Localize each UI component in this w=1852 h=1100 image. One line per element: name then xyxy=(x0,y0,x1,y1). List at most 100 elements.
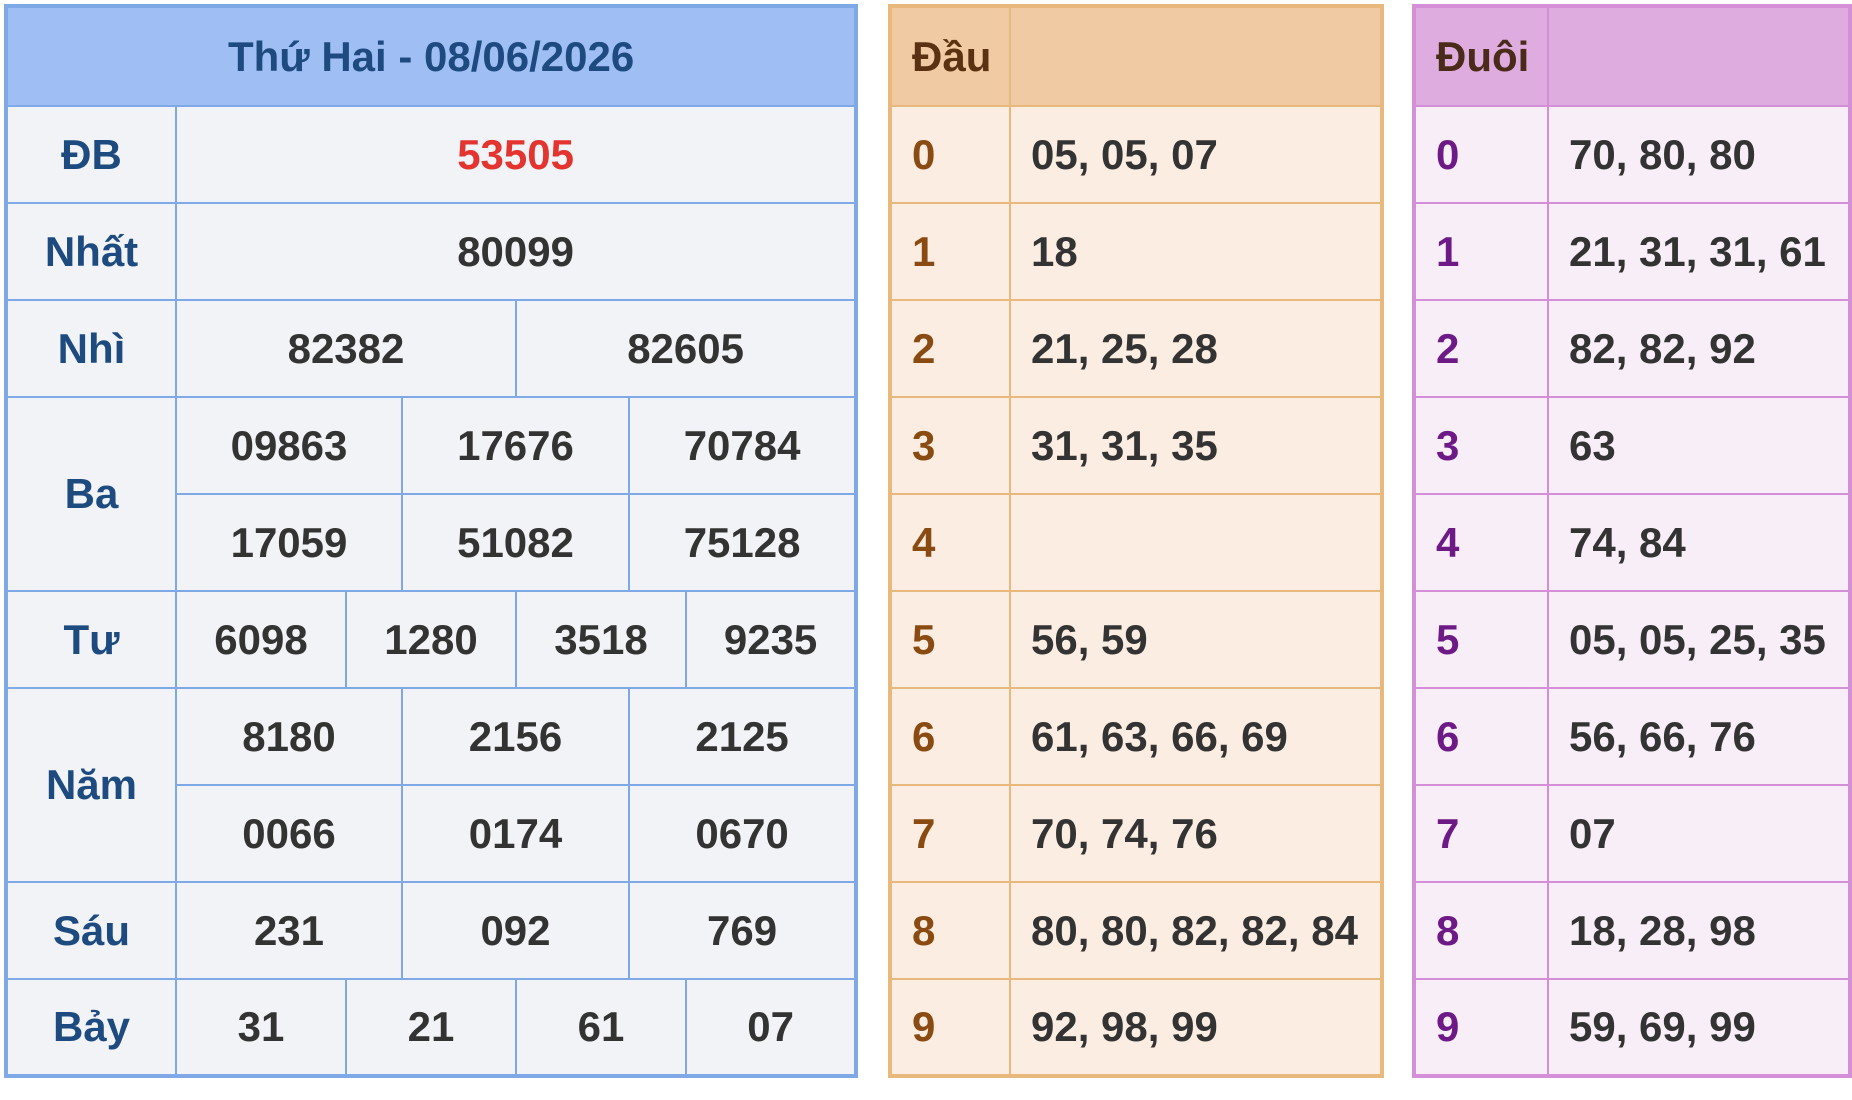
prize-label-bay: Bảy xyxy=(5,978,177,1077)
duoi-row: 5 05, 05, 25, 35 xyxy=(1413,590,1851,689)
prize-value: 1280 xyxy=(345,590,517,689)
prize-label-sau: Sáu xyxy=(5,881,177,980)
duoi-title: Đuôi xyxy=(1413,5,1549,107)
duoi-values: 07 xyxy=(1547,784,1851,883)
prize-row-tu: Tư 6098 1280 3518 9235 xyxy=(5,590,858,689)
duoi-table: Đuôi 0 70, 80, 80 1 21, 31, 31, 61 2 82, 82… xyxy=(1412,4,1852,1078)
prize-value: 75128 xyxy=(627,493,858,592)
prize-value: 51082 xyxy=(401,493,630,592)
dau-key: 6 xyxy=(889,687,1011,786)
dau-header-blank xyxy=(1009,5,1383,107)
dau-row: 1 18 xyxy=(889,202,1383,301)
special-prize-value: 53505 xyxy=(174,105,858,204)
duoi-key: 7 xyxy=(1413,784,1549,883)
prize-value: 31 xyxy=(175,978,347,1077)
duoi-row: 7 07 xyxy=(1413,784,1851,883)
prize-value: 82382 xyxy=(175,299,517,398)
duoi-row: 6 56, 66, 76 xyxy=(1413,687,1851,786)
duoi-row: 2 82, 82, 92 xyxy=(1413,299,1851,398)
duoi-row: 8 18, 28, 98 xyxy=(1413,881,1851,980)
dau-values: 18 xyxy=(1009,202,1383,301)
dau-values: 70, 74, 76 xyxy=(1009,784,1383,883)
results-table: Thứ Hai - 08/06/2026 ĐB 53505 Nhất 80099… xyxy=(4,4,859,1078)
prize-value: 70784 xyxy=(627,396,858,495)
dau-key: 7 xyxy=(889,784,1011,883)
duoi-key: 1 xyxy=(1413,202,1549,301)
date-header: Thứ Hai - 08/06/2026 xyxy=(4,5,858,107)
prize-label-nam: Năm xyxy=(5,687,177,883)
prize-label-db: ĐB xyxy=(5,105,177,204)
dau-key: 9 xyxy=(889,978,1011,1077)
duoi-values: 05, 05, 25, 35 xyxy=(1547,590,1851,689)
prize-label-tu: Tư xyxy=(5,590,177,689)
dau-values xyxy=(1009,493,1383,592)
duoi-row: 1 21, 31, 31, 61 xyxy=(1413,202,1851,301)
prize-row-bay: Bảy 31 21 61 07 xyxy=(5,978,858,1077)
prize-value: 2156 xyxy=(401,687,630,786)
dau-row: 6 61, 63, 66, 69 xyxy=(889,687,1383,786)
prize-label-nhat: Nhất xyxy=(5,202,177,301)
prize-value: 8180 xyxy=(175,687,403,786)
prize-row-ba: Ba 09863 17676 70784 xyxy=(5,396,858,592)
prize-value: 21 xyxy=(345,978,517,1077)
duoi-key: 6 xyxy=(1413,687,1549,786)
dau-row: 3 31, 31, 35 xyxy=(889,396,1383,495)
duoi-key: 5 xyxy=(1413,590,1549,689)
duoi-row: 9 59, 69, 99 xyxy=(1413,978,1851,1077)
prize-value: 092 xyxy=(401,881,630,980)
prize-value: 61 xyxy=(515,978,687,1077)
prize-value: 17676 xyxy=(401,396,630,495)
duoi-header-blank xyxy=(1547,5,1851,107)
prize-row-nam: Năm 8180 2156 2125 xyxy=(5,687,858,883)
prize-value: 9235 xyxy=(684,590,858,689)
dau-row: 9 92, 98, 99 xyxy=(889,978,1383,1077)
dau-row: 7 70, 74, 76 xyxy=(889,784,1383,883)
dau-values: 56, 59 xyxy=(1009,590,1383,689)
duoi-key: 8 xyxy=(1413,881,1549,980)
duoi-values: 59, 69, 99 xyxy=(1547,978,1851,1077)
dau-values: 05, 05, 07 xyxy=(1009,105,1383,204)
prize-value: 80099 xyxy=(174,202,858,301)
duoi-row: 4 74, 84 xyxy=(1413,493,1851,592)
duoi-values: 82, 82, 92 xyxy=(1547,299,1851,398)
duoi-values: 74, 84 xyxy=(1547,493,1851,592)
dau-row: 2 21, 25, 28 xyxy=(889,299,1383,398)
prize-value: 0670 xyxy=(627,784,858,883)
prize-row-sau: Sáu 231 092 769 xyxy=(5,881,858,980)
duoi-key: 0 xyxy=(1413,105,1549,204)
prize-value: 82605 xyxy=(514,299,858,398)
dau-row: 0 05, 05, 07 xyxy=(889,105,1383,204)
dau-title: Đầu xyxy=(889,5,1011,107)
prize-row-nhi: Nhì 82382 82605 xyxy=(5,299,858,398)
prize-label-ba: Ba xyxy=(5,396,177,592)
duoi-values: 18, 28, 98 xyxy=(1547,881,1851,980)
duoi-key: 3 xyxy=(1413,396,1549,495)
prize-value: 09863 xyxy=(175,396,403,495)
dau-key: 1 xyxy=(889,202,1011,301)
dau-table: Đầu 0 05, 05, 07 1 18 2 21, 25, 28 3 31, 31,… xyxy=(888,4,1384,1078)
prize-value: 769 xyxy=(627,881,858,980)
prize-value: 3518 xyxy=(515,590,687,689)
dau-values: 31, 31, 35 xyxy=(1009,396,1383,495)
duoi-key: 4 xyxy=(1413,493,1549,592)
dau-key: 2 xyxy=(889,299,1011,398)
prize-row-db: ĐB 53505 xyxy=(5,105,858,204)
duoi-key: 9 xyxy=(1413,978,1549,1077)
prize-value: 6098 xyxy=(175,590,347,689)
prize-value: 2125 xyxy=(627,687,858,786)
prize-label-nhi: Nhì xyxy=(5,299,177,398)
dau-key: 5 xyxy=(889,590,1011,689)
duoi-row: 3 63 xyxy=(1413,396,1851,495)
duoi-values: 63 xyxy=(1547,396,1851,495)
prize-value: 07 xyxy=(684,978,858,1077)
dau-key: 8 xyxy=(889,881,1011,980)
duoi-values: 70, 80, 80 xyxy=(1547,105,1851,204)
duoi-values: 56, 66, 76 xyxy=(1547,687,1851,786)
dau-key: 0 xyxy=(889,105,1011,204)
dau-row: 5 56, 59 xyxy=(889,590,1383,689)
dau-values: 61, 63, 66, 69 xyxy=(1009,687,1383,786)
duoi-values: 21, 31, 31, 61 xyxy=(1547,202,1851,301)
dau-key: 3 xyxy=(889,396,1011,495)
duoi-key: 2 xyxy=(1413,299,1549,398)
duoi-row: 0 70, 80, 80 xyxy=(1413,105,1851,204)
